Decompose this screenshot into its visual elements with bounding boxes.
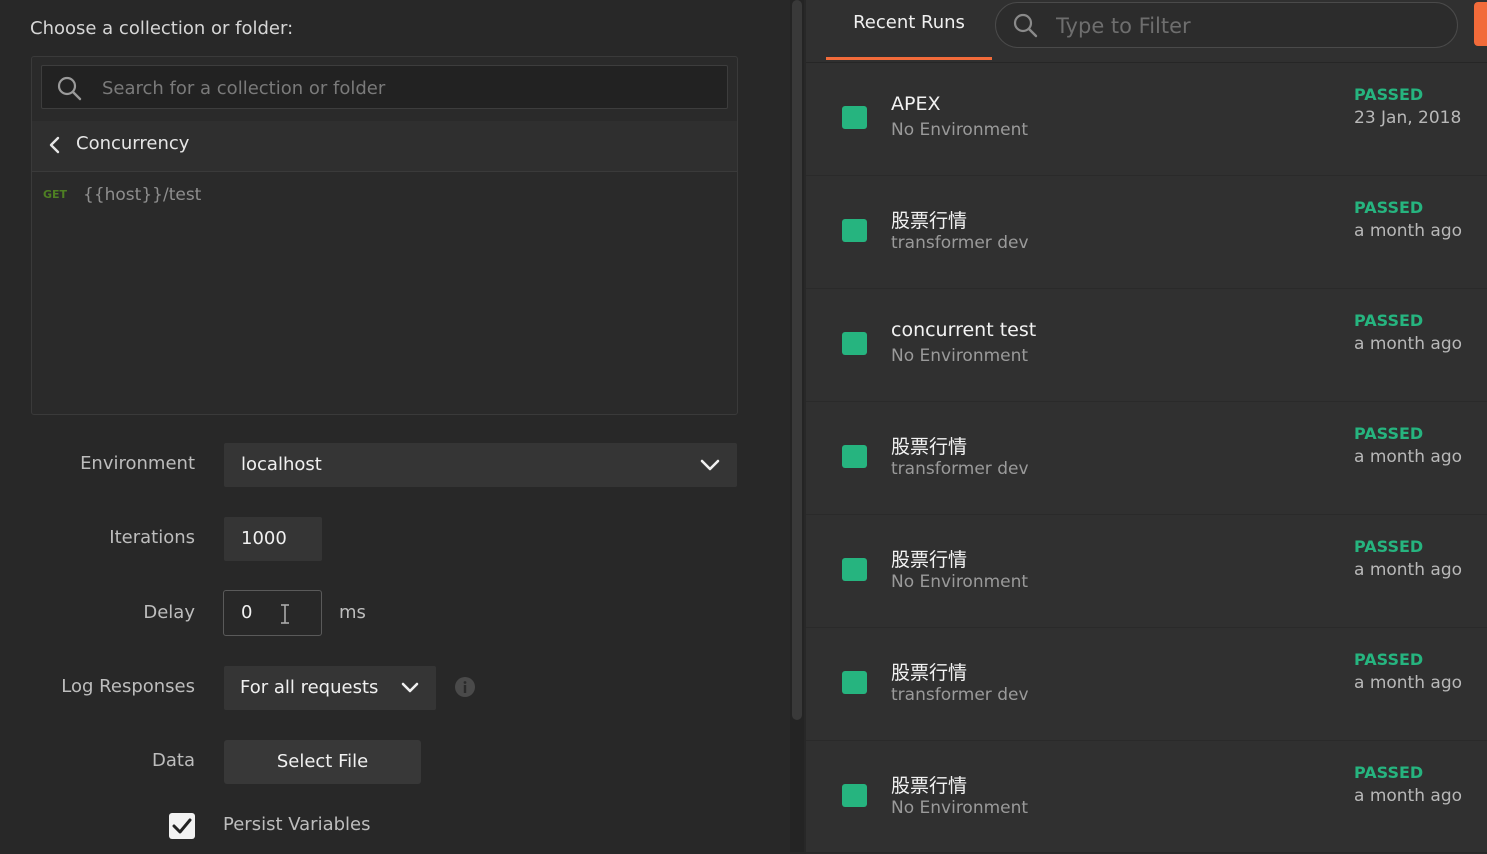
log-responses-select[interactable]: For all requests: [224, 666, 436, 710]
delay-value: 0: [241, 602, 253, 623]
run-timestamp: 23 Jan, 2018: [1354, 108, 1462, 128]
run-item[interactable]: concurrent test No Environment PASSED a …: [806, 289, 1487, 402]
select-file-button[interactable]: Select File: [224, 740, 421, 784]
run-name: 股票行情: [891, 775, 968, 797]
run-item[interactable]: 股票行情 No Environment PASSED a month ago: [806, 515, 1487, 628]
scrollbar-thumb[interactable]: [792, 0, 802, 720]
run-timestamp: a month ago: [1354, 447, 1463, 467]
run-environment: transformer dev: [891, 233, 1029, 253]
run-status-text: PASSED: [1354, 85, 1424, 104]
run-timestamp: a month ago: [1354, 560, 1463, 580]
checkmark-icon: [172, 818, 192, 834]
tab-recent-runs-label: Recent Runs: [853, 12, 965, 33]
choose-collection-label: Choose a collection or folder:: [30, 18, 294, 39]
data-label: Data: [152, 750, 195, 771]
run-environment: transformer dev: [891, 685, 1029, 705]
runner-config-panel: Choose a collection or folder: Concurren…: [0, 0, 790, 852]
run-item[interactable]: 股票行情 transformer dev PASSED a month ago: [806, 628, 1487, 741]
run-timestamp: a month ago: [1354, 673, 1463, 693]
run-status-text: PASSED: [1354, 311, 1424, 330]
persist-variables-checkbox[interactable]: [169, 813, 195, 839]
run-status-indicator: [842, 784, 867, 807]
run-name: 股票行情: [891, 436, 968, 458]
run-status-text: PASSED: [1354, 537, 1424, 556]
run-status-indicator: [842, 332, 867, 355]
run-item[interactable]: 股票行情 No Environment PASSED a month ago: [806, 741, 1487, 854]
tab-recent-runs[interactable]: Recent Runs: [826, 0, 992, 60]
log-responses-value: For all requests: [240, 677, 379, 698]
environment-value: localhost: [241, 454, 322, 475]
recent-runs-list: APEX No Environment PASSED 23 Jan, 2018 …: [806, 63, 1487, 854]
run-item[interactable]: 股票行情 transformer dev PASSED a month ago: [806, 176, 1487, 289]
run-environment: No Environment: [891, 572, 1029, 592]
info-icon[interactable]: [454, 676, 476, 698]
runs-filter-box[interactable]: [995, 2, 1458, 49]
recent-runs-panel: Recent Runs APEX No Environment PASSED 2…: [806, 0, 1487, 854]
delay-label: Delay: [143, 602, 195, 623]
run-name: concurrent test: [891, 319, 1037, 341]
run-status-indicator: [842, 106, 867, 129]
breadcrumb-label[interactable]: Concurrency: [76, 133, 189, 154]
run-status-text: PASSED: [1354, 763, 1424, 782]
folder-breadcrumb[interactable]: Concurrency: [32, 121, 737, 172]
run-status-text: PASSED: [1354, 198, 1424, 217]
run-timestamp: a month ago: [1354, 334, 1463, 354]
log-responses-label: Log Responses: [61, 676, 195, 697]
run-name: 股票行情: [891, 662, 968, 684]
iterations-input[interactable]: 1000: [224, 517, 322, 561]
delay-input[interactable]: 0: [223, 590, 322, 636]
run-item[interactable]: APEX No Environment PASSED 23 Jan, 2018: [806, 63, 1487, 176]
text-cursor-icon: [281, 604, 289, 624]
start-run-button[interactable]: [1474, 2, 1487, 46]
persist-variables-label: Persist Variables: [223, 814, 371, 835]
collection-search-input[interactable]: [100, 66, 704, 110]
collection-picker: Concurrency GET {{host}}/test: [31, 56, 738, 415]
environment-label: Environment: [80, 453, 195, 474]
run-status-indicator: [842, 219, 867, 242]
request-method-badge: GET: [43, 188, 68, 201]
chevron-down-icon: [700, 459, 720, 471]
request-url: {{host}}/test: [83, 185, 202, 205]
run-status-text: PASSED: [1354, 424, 1424, 443]
run-status-text: PASSED: [1354, 650, 1424, 669]
chevron-down-icon: [401, 682, 419, 693]
search-icon: [1013, 13, 1038, 38]
run-environment: transformer dev: [891, 459, 1029, 479]
run-name: 股票行情: [891, 549, 968, 571]
run-status-indicator: [842, 558, 867, 581]
iterations-label: Iterations: [109, 527, 195, 548]
run-timestamp: a month ago: [1354, 221, 1463, 241]
environment-select[interactable]: localhost: [224, 443, 737, 487]
active-tab-indicator: [826, 57, 992, 60]
run-environment: No Environment: [891, 798, 1029, 818]
select-file-label: Select File: [276, 751, 369, 772]
runs-filter-input[interactable]: [1054, 3, 1438, 49]
run-item[interactable]: 股票行情 transformer dev PASSED a month ago: [806, 402, 1487, 515]
left-panel-scrollbar[interactable]: [790, 0, 804, 852]
run-status-indicator: [842, 445, 867, 468]
search-icon: [57, 76, 82, 101]
run-environment: No Environment: [891, 120, 1029, 140]
run-timestamp: a month ago: [1354, 786, 1463, 806]
run-name: APEX: [891, 93, 941, 115]
delay-unit-label: ms: [339, 602, 366, 623]
chevron-left-icon[interactable]: [47, 135, 63, 155]
iterations-value: 1000: [241, 528, 287, 549]
run-environment: No Environment: [891, 346, 1029, 366]
run-name: 股票行情: [891, 210, 968, 232]
collection-search-box[interactable]: [41, 65, 728, 110]
run-status-indicator: [842, 671, 867, 694]
